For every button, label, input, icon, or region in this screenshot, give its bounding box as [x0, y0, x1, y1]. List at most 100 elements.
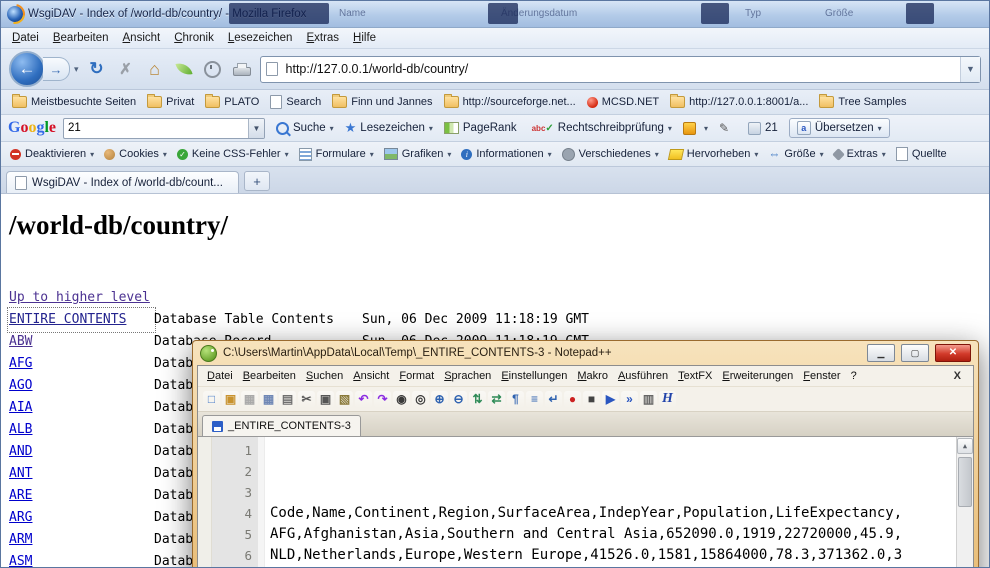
- google-toolbar-item[interactable]: 21: [744, 120, 786, 137]
- menu-item[interactable]: Chronik: [167, 30, 221, 46]
- webdev-toolbar-item[interactable]: Formulare ▾: [295, 146, 378, 163]
- undo-icon[interactable]: ↶: [355, 391, 372, 408]
- history-button[interactable]: [202, 57, 224, 81]
- google-search-input[interactable]: [64, 122, 248, 134]
- google-toolbar-item[interactable]: Übersetzen ▾: [789, 118, 890, 138]
- menu-item[interactable]: Lesezeichen: [221, 30, 300, 46]
- webdev-toolbar-item[interactable]: Keine CSS-Fehler ▾: [173, 146, 293, 162]
- new-file-icon[interactable]: □: [203, 391, 220, 408]
- print-icon[interactable]: ▤: [279, 391, 296, 408]
- stop-button[interactable]: [115, 57, 137, 81]
- google-toolbar-item[interactable]: Rechtschreibprüfung ▾: [528, 120, 676, 136]
- google-toolbar-item[interactable]: PageRank: [440, 120, 525, 136]
- history-dropdown-icon[interactable]: ▾: [74, 64, 79, 75]
- entry-link[interactable]: AND: [9, 441, 154, 463]
- notepad-menu-item[interactable]: Ausführen: [613, 368, 673, 384]
- menu-item[interactable]: Extras: [299, 30, 346, 46]
- notepad-menu-item[interactable]: Datei: [202, 368, 238, 384]
- play-macro-icon[interactable]: ▶: [602, 391, 619, 408]
- record-macro-icon[interactable]: ●: [564, 391, 581, 408]
- notepad-menu-item[interactable]: Ansicht: [348, 368, 394, 384]
- bookmark-item[interactable]: Tree Samples: [814, 94, 911, 110]
- refresh-button[interactable]: [86, 57, 108, 81]
- entry-link[interactable]: ANT: [9, 463, 154, 485]
- entry-link[interactable]: AGO: [9, 375, 154, 397]
- stop-macro-icon[interactable]: ■: [583, 391, 600, 408]
- entry-link[interactable]: AIA: [9, 397, 154, 419]
- up-level-link[interactable]: Up to higher level: [9, 287, 150, 309]
- url-dropdown-button[interactable]: ▼: [960, 57, 980, 82]
- webdev-toolbar-item[interactable]: Verschiedenes ▾: [558, 146, 663, 163]
- cut-icon[interactable]: ✂: [298, 391, 315, 408]
- notepad-menu-item[interactable]: Fenster: [798, 368, 845, 384]
- bookmark-item[interactable]: Meistbesuchte Seiten: [7, 94, 141, 110]
- close-button[interactable]: ✕: [935, 344, 971, 362]
- entry-link[interactable]: ARE: [9, 485, 154, 507]
- sync-scroll-h-icon[interactable]: ⇄: [488, 391, 505, 408]
- webdev-toolbar-item[interactable]: Quellte: [892, 145, 955, 163]
- google-toolbar-item[interactable]: Suche ▾: [272, 120, 338, 137]
- notepad-titlebar[interactable]: C:\Users\Martin\AppData\Local\Temp\_ENTI…: [197, 341, 974, 365]
- sync-scroll-v-icon[interactable]: ⇅: [469, 391, 486, 408]
- notepad-menu-item[interactable]: Sprachen: [439, 368, 496, 384]
- document-tab[interactable]: _ENTIRE_CONTENTS-3: [202, 415, 361, 436]
- bookmark-item[interactable]: MCSD.NET: [582, 94, 664, 110]
- notepad-menu-item[interactable]: Erweiterungen: [717, 368, 798, 384]
- entry-link[interactable]: ENTIRE CONTENTS: [9, 309, 154, 331]
- find-icon[interactable]: ◉: [393, 391, 410, 408]
- bookmark-item[interactable]: PLATO: [200, 94, 264, 110]
- entry-link[interactable]: ARM: [9, 529, 154, 551]
- bookmark-item[interactable]: http://127.0.0.1:8001/a...: [665, 94, 813, 110]
- scrollbar-thumb[interactable]: [958, 457, 972, 507]
- redo-icon[interactable]: ↷: [374, 391, 391, 408]
- bookmark-item[interactable]: Finn und Jannes: [327, 94, 437, 110]
- notepad-menu-item[interactable]: Einstellungen: [496, 368, 572, 384]
- webdev-toolbar-item[interactable]: Hervorheben ▾: [665, 146, 763, 162]
- webdev-toolbar-item[interactable]: Extras ▾: [830, 146, 890, 162]
- editor-scrollbar[interactable]: ▲: [956, 437, 973, 568]
- editor-text[interactable]: Code,Name,Continent,Region,SurfaceArea,I…: [265, 437, 956, 568]
- entry-link[interactable]: ARG: [9, 507, 154, 529]
- back-button[interactable]: [9, 51, 45, 87]
- html-view-icon[interactable]: H: [659, 391, 676, 408]
- menu-item[interactable]: Hilfe: [346, 30, 383, 46]
- open-folder-icon[interactable]: ▣: [222, 391, 239, 408]
- menu-item[interactable]: Ansicht: [116, 30, 168, 46]
- menu-item[interactable]: Datei: [5, 30, 46, 46]
- webdev-toolbar-item[interactable]: Größe ▾: [764, 145, 827, 163]
- zoom-out-icon[interactable]: ⊖: [450, 391, 467, 408]
- print-button[interactable]: [231, 57, 253, 81]
- indent-guides-icon[interactable]: ≡: [526, 391, 543, 408]
- close-document-button[interactable]: X: [954, 370, 969, 382]
- notepad-editor[interactable]: 123456 Code,Name,Continent,Region,Surfac…: [198, 437, 973, 568]
- new-tab-button[interactable]: +: [244, 171, 270, 191]
- notepad-menu-item[interactable]: Makro: [572, 368, 613, 384]
- maximize-button[interactable]: ▢: [901, 344, 929, 362]
- webdev-toolbar-item[interactable]: Deaktivieren ▾: [6, 146, 98, 162]
- minimize-button[interactable]: ▁: [867, 344, 895, 362]
- notepad-menu-item[interactable]: ?: [846, 368, 862, 384]
- entry-link[interactable]: ASM: [9, 551, 154, 568]
- forward-button[interactable]: [43, 57, 70, 81]
- feed-button[interactable]: [173, 57, 195, 81]
- webdev-toolbar-item[interactable]: Cookies ▾: [100, 146, 171, 162]
- home-button[interactable]: [144, 57, 166, 81]
- entry-link[interactable]: AFG: [9, 353, 154, 375]
- scroll-up-arrow-icon[interactable]: ▲: [957, 438, 973, 454]
- zoom-in-icon[interactable]: ⊕: [431, 391, 448, 408]
- replace-icon[interactable]: ◎: [412, 391, 429, 408]
- save-all-icon[interactable]: ▦: [260, 391, 277, 408]
- bookmark-item[interactable]: Privat: [142, 94, 199, 110]
- notepad-menu-item[interactable]: Suchen: [301, 368, 348, 384]
- bookmark-item[interactable]: Search: [265, 93, 326, 111]
- menu-item[interactable]: Bearbeiten: [46, 30, 116, 46]
- word-wrap-icon[interactable]: ↵: [545, 391, 562, 408]
- notepad-menu-item[interactable]: Format: [394, 368, 439, 384]
- webdev-toolbar-item[interactable]: Grafiken ▾: [380, 146, 456, 162]
- google-toolbar-item[interactable]: [715, 119, 741, 137]
- webdev-toolbar-item[interactable]: Informationen ▾: [457, 146, 555, 162]
- url-input[interactable]: [284, 61, 954, 77]
- entry-link[interactable]: ALB: [9, 419, 154, 441]
- browser-tab[interactable]: WsgiDAV - Index of /world-db/count...: [6, 171, 239, 193]
- notepad-menu-item[interactable]: TextFX: [673, 368, 717, 384]
